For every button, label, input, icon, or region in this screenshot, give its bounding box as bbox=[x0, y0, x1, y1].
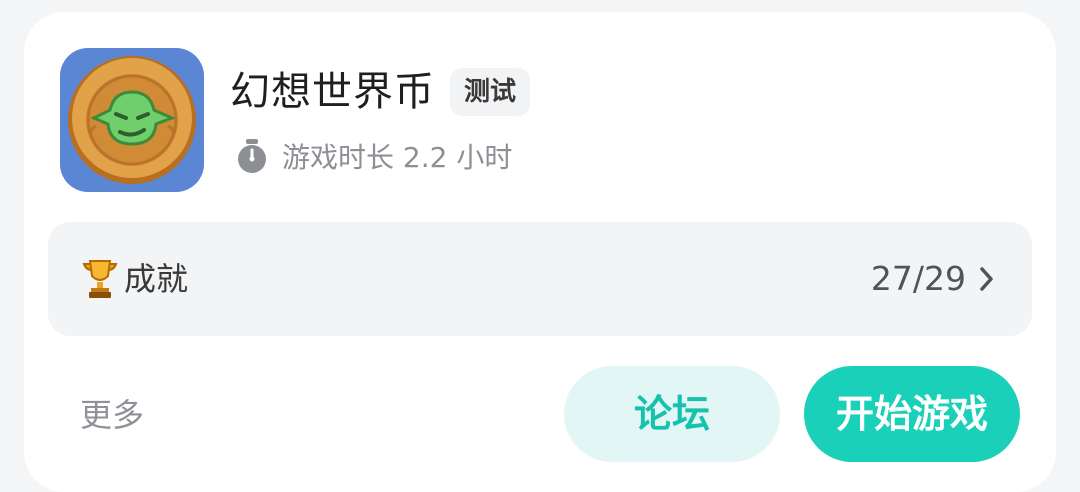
stopwatch-icon bbox=[238, 139, 266, 173]
test-tag: 测试 bbox=[450, 68, 531, 116]
goblin-coin-icon bbox=[60, 48, 204, 192]
forum-button[interactable]: 论坛 bbox=[564, 366, 780, 462]
trophy-icon bbox=[82, 260, 118, 298]
achievements-count: 27/29 bbox=[870, 259, 966, 298]
start-game-button[interactable]: 开始游戏 bbox=[804, 366, 1020, 462]
game-card: 幻想世界币 测试 游戏时长 2.2 小时 成就 27/29 更多 论坛 开始游戏 bbox=[24, 12, 1056, 492]
chevron-right-icon bbox=[980, 267, 993, 291]
game-icon[interactable] bbox=[60, 48, 204, 192]
achievements-row[interactable]: 成就 27/29 bbox=[48, 222, 1032, 336]
achievements-label: 成就 bbox=[124, 260, 189, 298]
playtime-row: 游戏时长 2.2 小时 bbox=[232, 132, 512, 180]
playtime-text: 游戏时长 2.2 小时 bbox=[282, 141, 513, 174]
more-button[interactable]: 更多 bbox=[80, 392, 144, 438]
game-title: 幻想世界币 bbox=[230, 69, 435, 115]
